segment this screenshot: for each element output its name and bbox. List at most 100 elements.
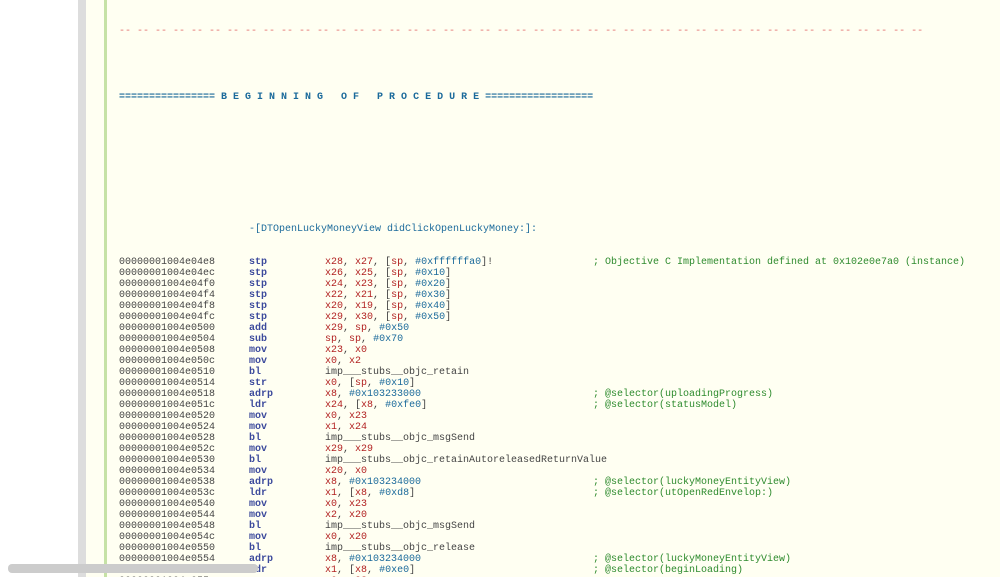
gutter-separator[interactable]	[78, 0, 86, 577]
asm-address: 00000001004e04f4	[119, 290, 249, 301]
asm-row[interactable]: 00000001004e0540movx0, x23	[119, 499, 1000, 510]
asm-operands: x24, [x8, #0xfe0]	[325, 400, 593, 411]
asm-comment: ; @selector(utOpenRedEnvelop:)	[593, 488, 1000, 499]
asm-comment	[593, 334, 1000, 345]
asm-address: 00000001004e0500	[119, 323, 249, 334]
asm-address: 00000001004e0528	[119, 433, 249, 444]
section-dash-line: -- -- -- -- -- -- -- -- -- -- -- -- -- -…	[119, 26, 1000, 37]
asm-row[interactable]: 00000001004e0508movx23, x0	[119, 345, 1000, 356]
procedure-banner: ================ B E G I N N I N G O F P…	[119, 92, 1000, 103]
asm-mnemonic: sub	[249, 334, 325, 345]
asm-row[interactable]: 00000001004e0530blimp___stubs__objc_reta…	[119, 455, 1000, 466]
asm-mnemonic: ldr	[249, 400, 325, 411]
asm-row[interactable]: 00000001004e0548blimp___stubs__objc_msgS…	[119, 521, 1000, 532]
asm-address: 00000001004e0548	[119, 521, 249, 532]
asm-row[interactable]: 00000001004e0518adrpx8, #0x103233000; @s…	[119, 389, 1000, 400]
asm-mnemonic: adrp	[249, 477, 325, 488]
asm-comment: ; @selector(statusModel)	[593, 400, 1000, 411]
asm-address: 00000001004e0514	[119, 378, 249, 389]
asm-address: 00000001004e0534	[119, 466, 249, 477]
asm-row[interactable]: 00000001004e052cmovx29, x29	[119, 444, 1000, 455]
asm-mnemonic: mov	[249, 356, 325, 367]
asm-address: 00000001004e0540	[119, 499, 249, 510]
asm-comment	[593, 312, 1000, 323]
asm-mnemonic: ldr	[249, 488, 325, 499]
asm-comment	[593, 532, 1000, 543]
asm-operands: x0, x20	[325, 532, 593, 543]
asm-row[interactable]: 00000001004e0534movx20, x0	[119, 466, 1000, 477]
asm-operands: x0, [sp, #0x10]	[325, 378, 593, 389]
asm-address: 00000001004e053c	[119, 488, 249, 499]
asm-comment: ; @selector(beginLoading)	[593, 565, 1000, 576]
asm-mnemonic: stp	[249, 312, 325, 323]
asm-row[interactable]: 00000001004e053cldrx1, [x8, #0xd8]; @sel…	[119, 488, 1000, 499]
asm-row[interactable]: 00000001004e0500addx29, sp, #0x50	[119, 323, 1000, 334]
asm-operands: x8, #0x103233000	[325, 389, 593, 400]
asm-operands: x29, x29	[325, 444, 593, 455]
asm-mnemonic: stp	[249, 279, 325, 290]
asm-comment	[593, 367, 1000, 378]
asm-mnemonic: mov	[249, 444, 325, 455]
asm-row[interactable]: 00000001004e0514strx0, [sp, #0x10]	[119, 378, 1000, 389]
asm-row[interactable]: 00000001004e0544movx2, x20	[119, 510, 1000, 521]
asm-mnemonic: bl	[249, 433, 325, 444]
asm-operands: imp___stubs__objc_msgSend	[325, 433, 593, 444]
asm-operands: sp, sp, #0x70	[325, 334, 593, 345]
asm-operands: imp___stubs__objc_retain	[325, 367, 593, 378]
asm-comment	[593, 521, 1000, 532]
asm-row[interactable]: 00000001004e0524movx1, x24	[119, 422, 1000, 433]
asm-row[interactable]: 00000001004e04f4stpx22, x21, [sp, #0x30]	[119, 290, 1000, 301]
asm-row[interactable]: 00000001004e04fcstpx29, x30, [sp, #0x50]	[119, 312, 1000, 323]
asm-operands: x1, [x8, #0xd8]	[325, 488, 593, 499]
asm-operands: x1, x24	[325, 422, 593, 433]
asm-row[interactable]: 00000001004e0528blimp___stubs__objc_msgS…	[119, 433, 1000, 444]
asm-mnemonic: bl	[249, 455, 325, 466]
asm-operands: imp___stubs__objc_release	[325, 543, 593, 554]
asm-row[interactable]: 00000001004e0550blimp___stubs__objc_rele…	[119, 543, 1000, 554]
asm-row[interactable]: 00000001004e050cmovx0, x2	[119, 356, 1000, 367]
app-root: -- -- -- -- -- -- -- -- -- -- -- -- -- -…	[0, 0, 1000, 577]
asm-address: 00000001004e04fc	[119, 312, 249, 323]
asm-operands: x2, x20	[325, 510, 593, 521]
asm-row[interactable]: 00000001004e0520movx0, x23	[119, 411, 1000, 422]
address-gutter	[0, 0, 78, 577]
asm-address: 00000001004e0508	[119, 345, 249, 356]
asm-operands: x0, x23	[325, 499, 593, 510]
asm-mnemonic: adrp	[249, 389, 325, 400]
asm-row[interactable]: 00000001004e04f8stpx20, x19, [sp, #0x40]	[119, 301, 1000, 312]
asm-row[interactable]: 00000001004e0510blimp___stubs__objc_reta…	[119, 367, 1000, 378]
asm-row[interactable]: 00000001004e04f0stpx24, x23, [sp, #0x20]	[119, 279, 1000, 290]
asm-mnemonic: bl	[249, 367, 325, 378]
asm-row[interactable]: 00000001004e04e8stpx28, x27, [sp, #0xfff…	[119, 257, 1000, 268]
horizontal-scrollbar[interactable]	[8, 564, 258, 573]
asm-mnemonic: add	[249, 323, 325, 334]
asm-address: 00000001004e0550	[119, 543, 249, 554]
asm-comment	[593, 378, 1000, 389]
asm-comment	[593, 290, 1000, 301]
asm-mnemonic: stp	[249, 257, 325, 268]
asm-comment	[593, 466, 1000, 477]
asm-comment	[593, 444, 1000, 455]
asm-operands: x22, x21, [sp, #0x30]	[325, 290, 593, 301]
asm-comment	[593, 279, 1000, 290]
disassembly-view[interactable]: -- -- -- -- -- -- -- -- -- -- -- -- -- -…	[107, 0, 1000, 577]
asm-operands: x8, #0x103234000	[325, 554, 593, 565]
asm-mnemonic: mov	[249, 345, 325, 356]
asm-mnemonic: stp	[249, 301, 325, 312]
asm-row[interactable]: 00000001004e051cldrx24, [x8, #0xfe0]; @s…	[119, 400, 1000, 411]
fold-gutter	[86, 0, 104, 577]
asm-mnemonic: mov	[249, 411, 325, 422]
asm-comment	[593, 510, 1000, 521]
asm-row[interactable]: 00000001004e04ecstpx26, x25, [sp, #0x10]	[119, 268, 1000, 279]
asm-comment	[593, 433, 1000, 444]
asm-mnemonic: bl	[249, 543, 325, 554]
asm-address: 00000001004e0524	[119, 422, 249, 433]
asm-mnemonic: ldr	[249, 565, 325, 576]
procedure-title-row: -[DTOpenLuckyMoneyView didClickOpenLucky…	[119, 224, 1000, 235]
asm-address: 00000001004e0520	[119, 411, 249, 422]
asm-address: 00000001004e051c	[119, 400, 249, 411]
asm-row[interactable]: 00000001004e054cmovx0, x20	[119, 532, 1000, 543]
asm-row[interactable]: 00000001004e0504subsp, sp, #0x70	[119, 334, 1000, 345]
asm-mnemonic: str	[249, 378, 325, 389]
asm-row[interactable]: 00000001004e0538adrpx8, #0x103234000; @s…	[119, 477, 1000, 488]
